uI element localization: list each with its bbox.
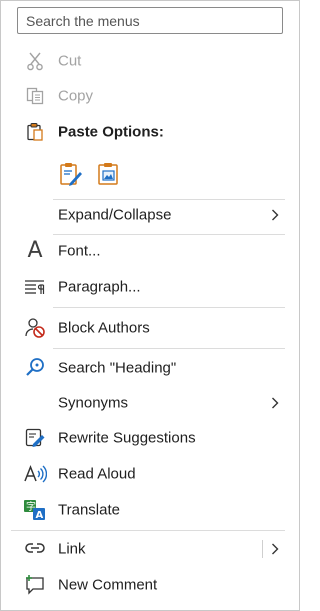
copy-icon xyxy=(23,84,47,108)
menu-item-link[interactable]: Link xyxy=(1,532,299,566)
menu-item-translate[interactable]: 字 A Translate xyxy=(1,493,299,527)
context-menu: Cut Copy Paste Options: xyxy=(0,0,300,611)
chevron-right-icon[interactable] xyxy=(269,543,281,555)
translate-icon: 字 A xyxy=(23,498,47,522)
paragraph-icon xyxy=(23,275,47,299)
search-heading-label: Search "Heading" xyxy=(58,359,177,377)
copy-label: Copy xyxy=(58,87,94,105)
menu-item-paragraph[interactable]: Paragraph... xyxy=(1,270,299,304)
rewrite-suggestions-label: Rewrite Suggestions xyxy=(58,429,196,447)
search-menus-input[interactable] xyxy=(17,7,283,34)
menu-item-read-aloud[interactable]: Read Aloud xyxy=(1,457,299,491)
paste-options-row xyxy=(1,157,299,191)
menu-item-search-heading[interactable]: Search "Heading" xyxy=(1,351,299,385)
separator xyxy=(53,348,285,349)
read-aloud-label: Read Aloud xyxy=(58,465,136,483)
menu-item-cut[interactable]: Cut xyxy=(1,44,299,78)
link-icon xyxy=(23,537,47,561)
search-icon xyxy=(23,356,47,380)
paste-picture-icon[interactable] xyxy=(94,159,124,189)
svg-text:A: A xyxy=(36,510,44,521)
rewrite-icon xyxy=(23,426,47,450)
paste-options-header: Paste Options: xyxy=(1,115,299,149)
new-comment-icon xyxy=(23,573,47,597)
paragraph-label: Paragraph... xyxy=(58,278,141,296)
menu-item-new-comment[interactable]: New Comment xyxy=(1,568,299,602)
link-label: Link xyxy=(58,540,86,558)
translate-label: Translate xyxy=(58,501,120,519)
menu-item-copy[interactable]: Copy xyxy=(1,79,299,113)
new-comment-label: New Comment xyxy=(58,576,158,594)
chevron-right-icon xyxy=(269,209,281,221)
chevron-right-icon xyxy=(269,397,281,409)
separator xyxy=(11,530,285,531)
menu-item-font[interactable]: A Font... xyxy=(1,234,299,268)
read-aloud-icon xyxy=(23,462,47,486)
scissors-icon xyxy=(23,49,47,73)
synonyms-label: Synonyms xyxy=(58,394,129,412)
block-authors-icon xyxy=(23,316,47,340)
font-label: Font... xyxy=(58,242,101,260)
menu-item-synonyms[interactable]: Synonyms xyxy=(1,386,299,420)
paste-keep-formatting-icon[interactable] xyxy=(56,159,86,189)
expand-collapse-label: Expand/Collapse xyxy=(58,206,172,224)
font-icon: A xyxy=(27,238,43,263)
split-divider xyxy=(262,540,263,558)
paste-options-label: Paste Options: xyxy=(58,123,164,141)
separator xyxy=(53,307,285,308)
menu-item-block-authors[interactable]: Block Authors xyxy=(1,311,299,345)
cut-label: Cut xyxy=(58,52,82,70)
menu-item-expand-collapse[interactable]: Expand/Collapse xyxy=(1,198,299,232)
menu-item-rewrite-suggestions[interactable]: Rewrite Suggestions xyxy=(1,421,299,455)
block-authors-label: Block Authors xyxy=(58,319,150,337)
clipboard-icon xyxy=(23,120,47,144)
